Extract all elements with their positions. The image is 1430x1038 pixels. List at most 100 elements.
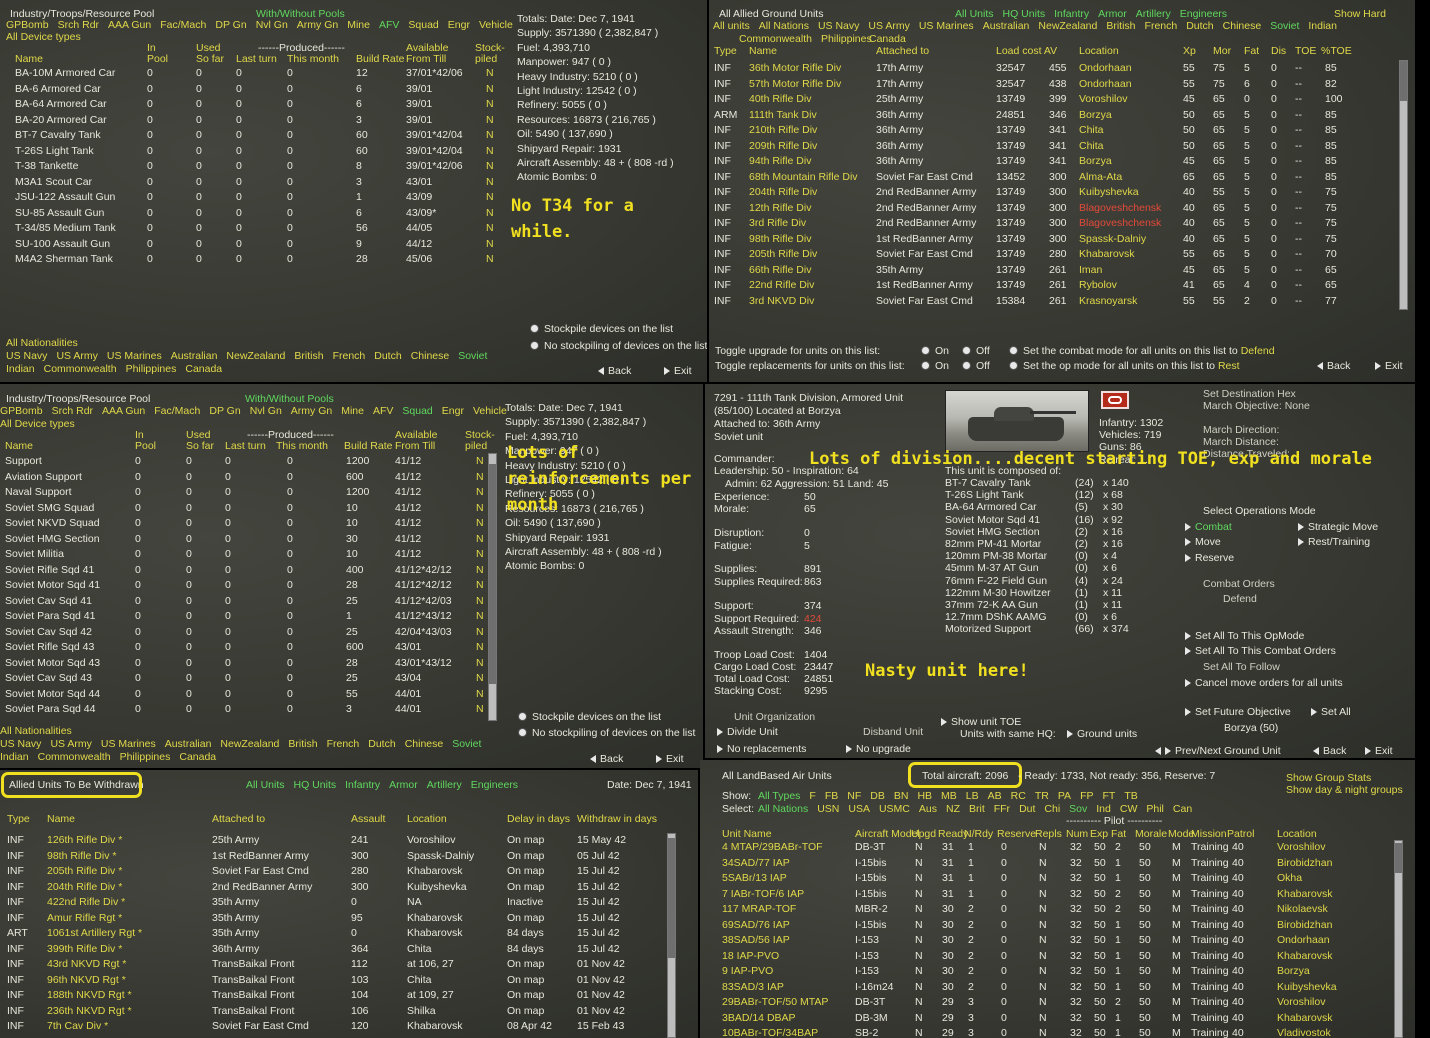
type-hb[interactable]: HB <box>917 790 932 802</box>
set-all-follow[interactable]: Set All To Follow <box>1203 661 1280 673</box>
type-f[interactable]: F <box>809 790 815 802</box>
air-unit-row[interactable]: 18 IAP-PVO I-153 N 30 2 0 N 32 50 1 50 M Training 40 K… <box>700 950 1392 966</box>
menu-engr[interactable]: Engr <box>448 19 470 31</box>
filter-hq-units[interactable]: HQ Units <box>1003 8 1046 20</box>
menu-mine[interactable]: Mine <box>341 405 364 417</box>
withdrawn-row[interactable]: INF Amur Rifle Rgt * 35th Army 95 Khabarovsk… <box>0 912 670 928</box>
nation-sov[interactable]: Sov <box>1069 803 1087 815</box>
device-subtitle[interactable]: All Device types <box>6 31 81 43</box>
menu-engr[interactable]: Engr <box>442 405 464 417</box>
op-reserve[interactable]: Reserve <box>1185 552 1234 564</box>
pool-scrollbar[interactable] <box>488 453 497 721</box>
air-scrollbar[interactable] <box>1394 840 1403 1038</box>
withdrawn-row[interactable]: INF 236th NKVD Rgt * TransBaikal Front 106 S… <box>0 1005 670 1021</box>
back-button[interactable]: Back <box>590 753 623 765</box>
exit-button[interactable]: Exit <box>656 753 684 765</box>
nation-soviet[interactable]: Soviet <box>458 350 487 362</box>
unit-row[interactable]: INF 36th Motor Rifle Div 17th Army 32547 455… <box>709 62 1389 78</box>
type-lb[interactable]: LB <box>966 790 979 802</box>
device-row[interactable]: Soviet Para Sqd 41 0 0 0 0 1 41/12*43/12 N <box>0 610 495 626</box>
air-unit-row[interactable]: 38SAD/56 IAP I-153 N 30 2 0 N 32 50 1 50 M Training 4… <box>700 934 1392 950</box>
unit-row[interactable]: INF 94th Rifle Div 36th Army 13749 341 Borzya… <box>709 155 1389 171</box>
air-unit-row[interactable]: 7 IABr-TOF/6 IAP I-15bis N 31 1 0 N 32 50 2 50 M Tra… <box>700 888 1392 904</box>
nation-us-navy[interactable]: US Navy <box>6 350 47 362</box>
type-all-types[interactable]: All Types <box>758 790 800 802</box>
nation-usmc[interactable]: USMC <box>879 803 910 815</box>
back-button[interactable]: Back <box>1313 745 1346 757</box>
disband-unit[interactable]: Disband Unit <box>863 726 923 738</box>
menu-army-gn[interactable]: Army Gn <box>291 405 332 417</box>
device-row[interactable]: Naval Support 0 0 0 0 1200 41/12 N <box>0 486 495 502</box>
air-unit-row[interactable]: 117 MRAP-TOF MBR-2 N 30 2 0 N 32 50 2 50 M Training 4… <box>700 903 1392 919</box>
withdrawn-row[interactable]: INF 399th Rifle Div * 36th Army 364 Chita 84 … <box>0 943 670 959</box>
scroll-thumb[interactable] <box>1395 843 1402 873</box>
air-unit-row[interactable]: 29BABr-TOF/50 MTAP DB-3T N 29 3 0 N 32 50 2 50 M Tra… <box>700 996 1392 1012</box>
menu-nvl-gn[interactable]: Nvl Gn <box>256 19 288 31</box>
filter-all-units[interactable]: All Units <box>246 779 285 791</box>
air-unit-row[interactable]: 69SAD/76 IAP I-15bis N 30 2 0 N 32 50 1 50 M Trainin… <box>700 919 1392 935</box>
device-row[interactable]: T-38 Tankette 0 0 0 0 8 39/01*42/06 N <box>0 160 505 176</box>
type-tb[interactable]: TB <box>1124 790 1137 802</box>
type-fp[interactable]: FP <box>1080 790 1093 802</box>
stockpile-option[interactable]: Stockpile devices on the list <box>530 323 673 335</box>
withdrawn-row[interactable]: INF 43rd NKVD Rgt * TransBaikal Front 112 at… <box>0 958 670 974</box>
menu-srch-rdr[interactable]: Srch Rdr <box>58 19 99 31</box>
device-row[interactable]: Soviet Rifle Sqd 43 0 0 0 0 600 43/01 N <box>0 641 495 657</box>
type-tr[interactable]: TR <box>1035 790 1049 802</box>
nation-all-nations[interactable]: All Nations <box>759 20 809 32</box>
nation-nz[interactable]: NZ <box>946 803 960 815</box>
menu-fac-mach[interactable]: Fac/Mach <box>154 405 200 417</box>
unit-row[interactable]: ARM 111th Tank Div 36th Army 24851 346 Borzya… <box>709 109 1389 125</box>
divide-unit[interactable]: Divide Unit <box>717 726 778 738</box>
cancel-move-orders[interactable]: Cancel move orders for all units <box>1185 677 1343 689</box>
unit-row[interactable]: INF 68th Mountain Rifle Div Soviet Far Eas… <box>709 171 1389 187</box>
device-row[interactable]: M3A1 Scout Car 0 0 0 0 3 43/01 N <box>0 176 505 192</box>
air-unit-row[interactable]: 4 MTAP/29BABr-TOF DB-3T N 31 1 0 N 32 50 2 50 M Trai… <box>700 841 1392 857</box>
exit-button[interactable]: Exit <box>664 365 692 377</box>
menu-vehicle[interactable]: Vehicle <box>473 405 507 417</box>
device-row[interactable]: BA-64 Armored Car 0 0 0 0 6 39/01 N <box>0 98 505 114</box>
exit-button[interactable]: Exit <box>1375 360 1403 372</box>
nation-indian[interactable]: Indian <box>0 751 29 763</box>
device-row[interactable]: BT-7 Cavalry Tank 0 0 0 0 60 39/01*42/04 N <box>0 129 505 145</box>
nation-cw[interactable]: CW <box>1120 803 1138 815</box>
menu-gpbomb[interactable]: GPBomb <box>6 19 49 31</box>
nation-dutch[interactable]: Dutch <box>374 350 401 362</box>
filter-infantry[interactable]: Infantry <box>345 779 380 791</box>
device-row[interactable]: JSU-122 Assault Gun 0 0 0 0 1 43/09 N <box>0 191 505 207</box>
set-all-opmode[interactable]: Set All To This OpMode <box>1185 630 1304 642</box>
device-row[interactable]: Soviet Rifle Sqd 41 0 0 0 0 400 41/12*42/12 N <box>0 564 495 580</box>
nation-british[interactable]: British <box>294 350 323 362</box>
scroll-thumb[interactable] <box>489 464 496 684</box>
device-row[interactable]: Soviet Cav Sqd 42 0 0 0 0 25 42/04*43/03 N <box>0 626 495 642</box>
nation-us-army[interactable]: US Army <box>868 20 909 32</box>
filter-infantry[interactable]: Infantry <box>1054 8 1089 20</box>
nation-chi[interactable]: Chi <box>1044 803 1060 815</box>
type-db[interactable]: DB <box>870 790 885 802</box>
nation-canada[interactable]: Canada <box>869 33 906 45</box>
device-row[interactable]: Soviet SMG Squad 0 0 0 0 10 41/12 N <box>0 502 495 518</box>
device-row[interactable]: Soviet Motor Sqd 44 0 0 0 0 55 44/01 N <box>0 688 495 704</box>
nation-us-navy[interactable]: US Navy <box>0 738 41 750</box>
op-rest[interactable]: Rest/Training <box>1298 536 1370 548</box>
repl-on[interactable]: On <box>921 360 949 372</box>
set-all-combat-orders[interactable]: Set All To This Combat Orders <box>1185 645 1336 657</box>
exit-button[interactable]: Exit <box>1365 745 1393 757</box>
device-row[interactable]: BA-10M Armored Car 0 0 0 0 12 37/01*42/06 N <box>0 67 505 83</box>
scroll-thumb[interactable] <box>668 838 675 958</box>
menu-gpbomb[interactable]: GPBomb <box>0 405 43 417</box>
nation-australian[interactable]: Australian <box>983 20 1030 32</box>
menu-mine[interactable]: Mine <box>347 19 370 31</box>
nation-philippines[interactable]: Philippines <box>821 33 872 45</box>
nation-newzealand[interactable]: NewZealand <box>226 350 285 362</box>
withdrawn-row[interactable]: INF 98th Rifle Div * 1st RedBanner Army 300… <box>0 850 670 866</box>
device-row[interactable]: BA-6 Armored Car 0 0 0 0 6 39/01 N <box>0 83 505 99</box>
unit-row[interactable]: INF 57th Motor Rifle Div 17th Army 32547 438… <box>709 78 1389 94</box>
device-row[interactable]: Soviet HMG Section 0 0 0 0 30 41/12 N <box>0 533 495 549</box>
device-row[interactable]: Aviation Support 0 0 0 0 600 41/12 N <box>0 471 495 487</box>
withdrawn-row[interactable]: INF 96th NKVD Rgt * TransBaikal Front 103 Ch… <box>0 974 670 990</box>
device-subtitle[interactable]: All Device types <box>0 418 75 430</box>
combat-orders-value[interactable]: Defend <box>1223 593 1257 605</box>
set-future-objective[interactable]: Set Future Objective <box>1185 706 1291 718</box>
nation-australian[interactable]: Australian <box>165 738 212 750</box>
